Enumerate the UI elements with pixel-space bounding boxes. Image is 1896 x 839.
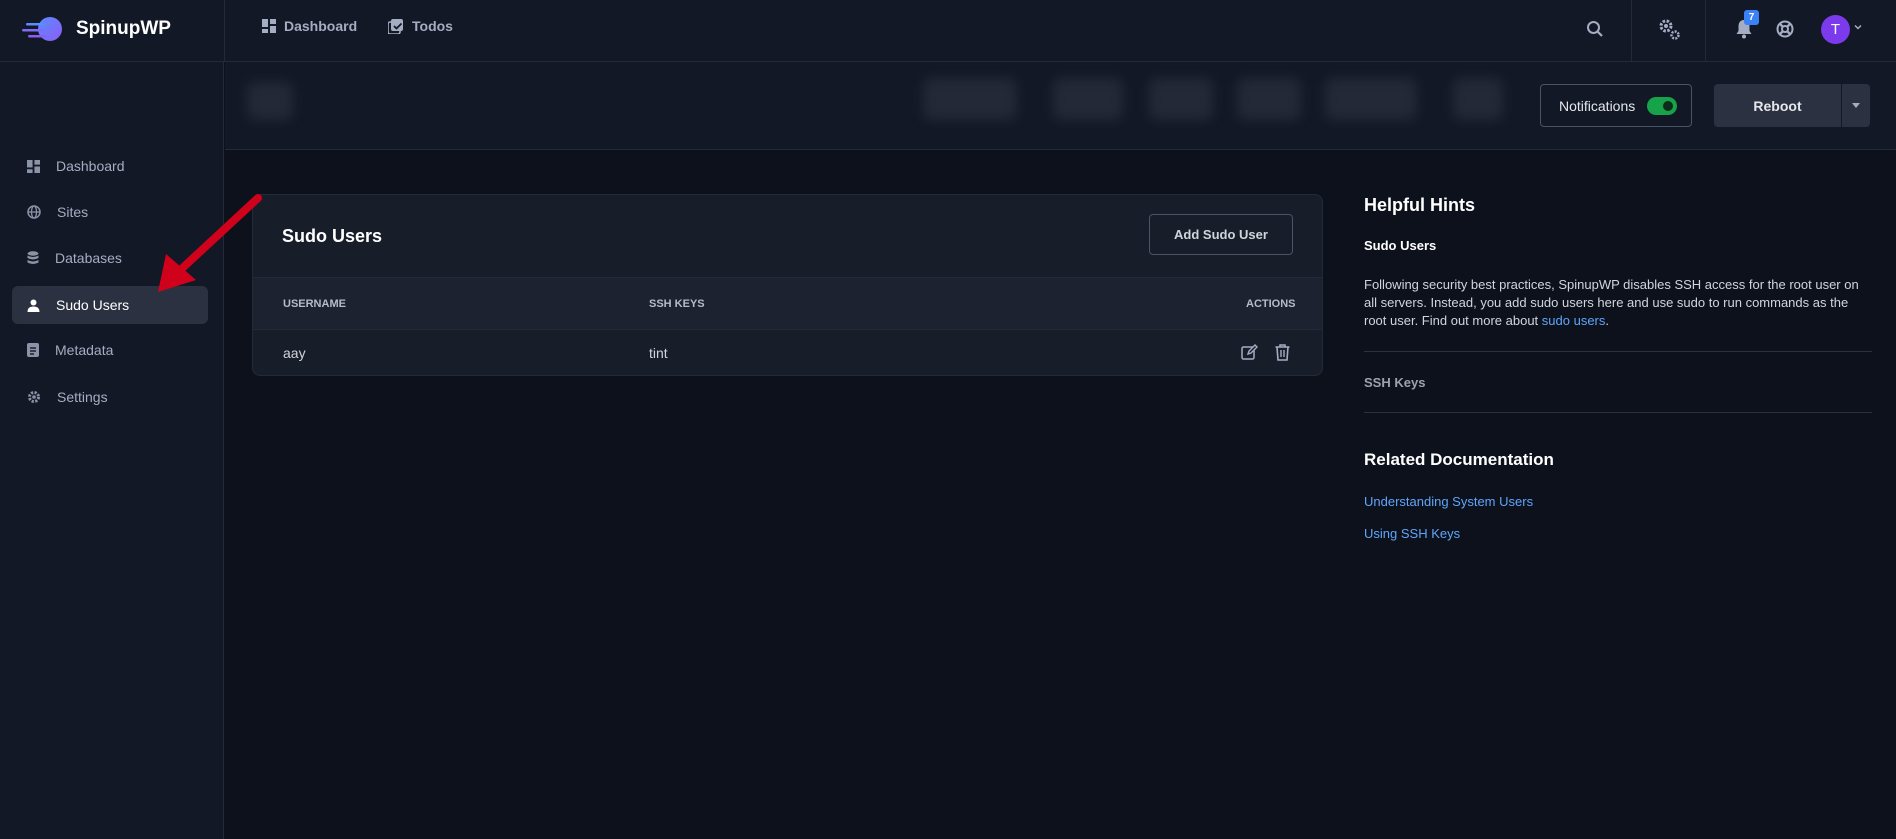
sidebar-item-label: Settings xyxy=(57,389,108,405)
cell-username: aay xyxy=(283,345,306,361)
blurred-server-stat xyxy=(923,78,1017,120)
brand-name: SpinupWP xyxy=(76,18,171,39)
blurred-server-stat xyxy=(1149,78,1213,120)
sudo-users-card: Sudo Users Add Sudo User USERNAME SSH KE… xyxy=(252,194,1323,376)
table-header: USERNAME SSH KEYS ACTIONS xyxy=(253,277,1322,330)
divider xyxy=(224,0,225,62)
hints-body: Following security best practices, Spinu… xyxy=(1364,276,1872,330)
doc-link-ssh-keys[interactable]: Using SSH Keys xyxy=(1364,526,1460,541)
sidebar-item-label: Metadata xyxy=(55,342,114,358)
notifications-label: Notifications xyxy=(1559,97,1636,114)
doc-link-system-users[interactable]: Understanding System Users xyxy=(1364,494,1533,509)
sidebar-item-dashboard[interactable]: Dashboard xyxy=(12,147,208,185)
notifications-toggle-button[interactable]: Notifications xyxy=(1540,84,1692,127)
chevron-down-icon[interactable] xyxy=(1853,22,1863,32)
topnav-dashboard-label: Dashboard xyxy=(284,18,358,34)
divider xyxy=(1631,0,1632,62)
column-header-ssh-keys: SSH KEYS xyxy=(649,298,705,310)
top-bar: SpinupWP Dashboard Todos 7 T xyxy=(0,0,1896,62)
sidebar-item-label: Dashboard xyxy=(56,158,125,174)
lifebuoy-icon xyxy=(1776,20,1794,38)
edit-icon[interactable] xyxy=(1241,344,1258,361)
todos-icon xyxy=(388,19,403,34)
blurred-server-stat xyxy=(1237,78,1301,120)
divider xyxy=(1364,351,1872,352)
hints-title: Helpful Hints xyxy=(1364,195,1475,215)
sudo-users-link[interactable]: sudo users xyxy=(1542,313,1606,328)
divider xyxy=(1705,0,1706,62)
related-docs-title: Related Documentation xyxy=(1364,450,1554,469)
cell-ssh-keys: tint xyxy=(649,345,668,361)
column-header-username: USERNAME xyxy=(283,298,346,310)
gears-icon xyxy=(1659,19,1680,40)
topnav-todos[interactable]: Todos xyxy=(388,18,453,34)
blurred-server-stat xyxy=(1325,78,1417,120)
sidebar-item-metadata[interactable]: Metadata xyxy=(12,331,208,369)
sidebar: Dashboard Sites Databases Sudo Users Met… xyxy=(0,62,224,839)
caret-down-icon xyxy=(1852,102,1860,108)
metadata-icon xyxy=(27,343,39,357)
sidebar-item-label: Sudo Users xyxy=(56,297,130,313)
card-title: Sudo Users xyxy=(282,226,383,246)
database-icon xyxy=(27,251,39,264)
ssh-keys-hint-toggle[interactable]: SSH Keys xyxy=(1364,375,1425,390)
hints-body-end: . xyxy=(1605,313,1609,328)
avatar[interactable]: T xyxy=(1821,15,1850,44)
gear-icon xyxy=(28,391,40,403)
sidebar-item-label: Databases xyxy=(55,250,122,266)
dashboard-icon xyxy=(262,19,276,33)
logo[interactable]: SpinupWP xyxy=(22,14,171,44)
server-settings-button[interactable] xyxy=(1656,16,1682,42)
hints-body-text: Following security best practices, Spinu… xyxy=(1364,277,1859,328)
search-button[interactable] xyxy=(1582,16,1608,42)
topnav-todos-label: Todos xyxy=(412,18,453,34)
notifications-toggle[interactable] xyxy=(1647,96,1678,115)
hints-subtitle: Sudo Users xyxy=(1364,238,1437,253)
help-button[interactable] xyxy=(1772,16,1798,42)
add-sudo-user-button[interactable]: Add Sudo User xyxy=(1149,214,1293,255)
reboot-dropdown-button[interactable] xyxy=(1842,84,1870,127)
spinupwp-logo-icon xyxy=(22,17,62,41)
table-row: aay tint xyxy=(253,330,1322,375)
divider xyxy=(1364,412,1872,413)
blurred-server-name xyxy=(247,82,293,120)
sidebar-item-settings[interactable]: Settings xyxy=(12,378,208,416)
sidebar-item-label: Sites xyxy=(57,204,89,220)
search-icon xyxy=(1587,21,1603,37)
blurred-server-stat xyxy=(1053,78,1123,120)
column-header-actions: ACTIONS xyxy=(1246,298,1296,310)
notification-count-badge: 7 xyxy=(1744,10,1759,25)
dashboard-icon xyxy=(27,159,40,173)
annotation-arrow-icon xyxy=(158,194,262,292)
trash-icon[interactable] xyxy=(1275,344,1290,361)
globe-icon xyxy=(27,205,41,219)
topnav-dashboard[interactable]: Dashboard xyxy=(262,18,357,34)
blurred-server-stat xyxy=(1453,78,1503,120)
user-icon xyxy=(27,299,40,312)
reboot-button[interactable]: Reboot xyxy=(1714,84,1841,127)
